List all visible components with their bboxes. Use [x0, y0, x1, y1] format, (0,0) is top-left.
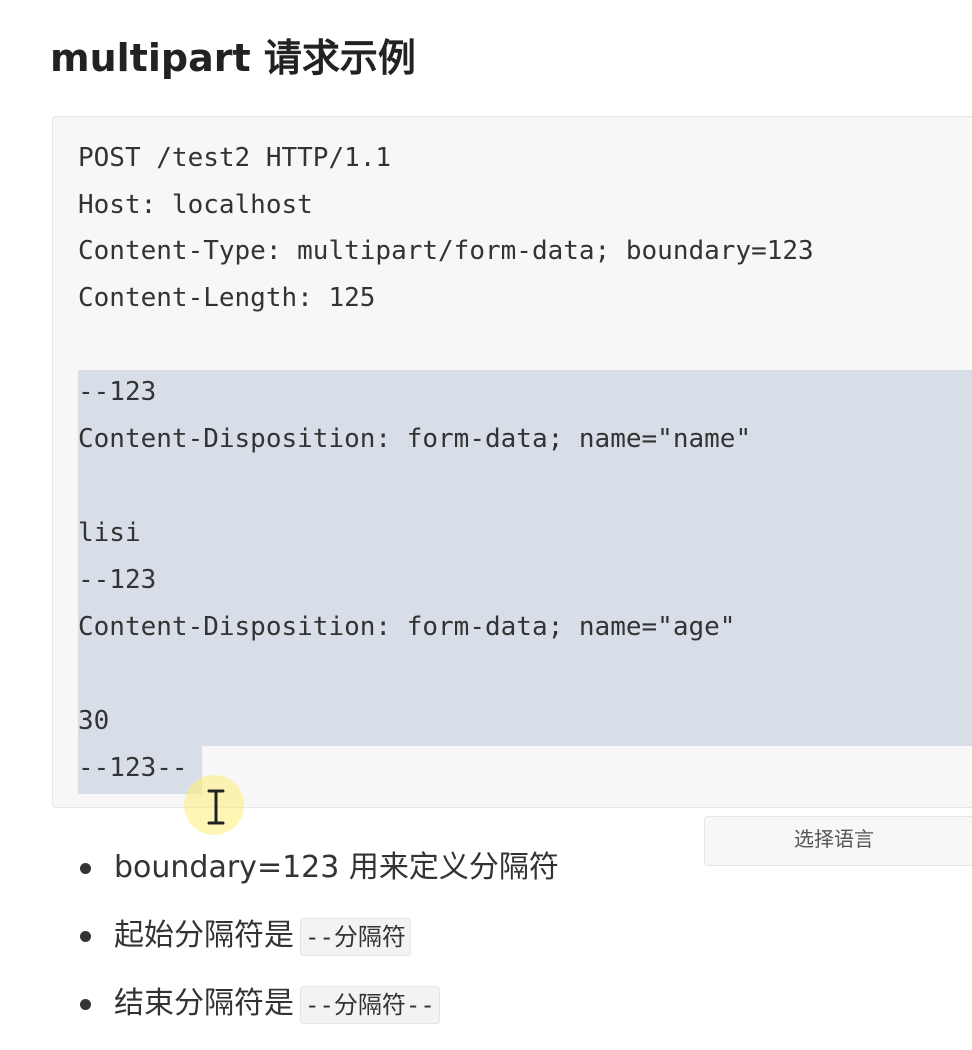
code-line: Content-Disposition: form-data; name="na…: [78, 424, 752, 454]
code-line: --123: [78, 565, 157, 595]
language-select-label: 选择语言: [794, 827, 874, 851]
bullet-dot: [80, 931, 91, 942]
list-item: boundary=123 用来定义分隔符: [80, 840, 559, 908]
code-line: Host: localhost: [78, 190, 313, 220]
code-line: POST /test2 HTTP/1.1: [78, 143, 392, 173]
list-item: 结束分隔符是 --分隔符--: [80, 976, 559, 1044]
list-item-text: boundary=123 用来定义分隔符: [114, 850, 559, 885]
bullet-list: boundary=123 用来定义分隔符 起始分隔符是 --分隔符 结束分隔符是 -…: [80, 840, 559, 1044]
code-line: lisi: [78, 518, 141, 548]
code-line: Content-Type: multipart/form-data; bound…: [78, 236, 814, 266]
language-select[interactable]: 选择语言: [704, 816, 972, 866]
list-item-text: 结束分隔符是: [114, 986, 294, 1021]
text-cursor-icon: [207, 789, 225, 825]
list-item-text: 起始分隔符是: [114, 918, 294, 953]
inline-code: --分隔符--: [300, 985, 440, 1024]
code-line: --123--: [78, 753, 188, 783]
code-line: 30: [78, 706, 110, 736]
bullet-dot: [80, 863, 91, 874]
code-line: --123: [78, 377, 157, 407]
bullet-dot: [80, 999, 91, 1010]
page: multipart 请求示例 POST /test2 HTTP/1.1 Host…: [0, 0, 972, 1050]
code-line: Content-Disposition: form-data; name="ag…: [78, 612, 736, 642]
page-title: multipart 请求示例: [50, 36, 416, 80]
inline-code: --分隔符: [300, 917, 411, 956]
list-item: 起始分隔符是 --分隔符: [80, 908, 559, 976]
code-line: Content-Length: 125: [78, 283, 376, 313]
